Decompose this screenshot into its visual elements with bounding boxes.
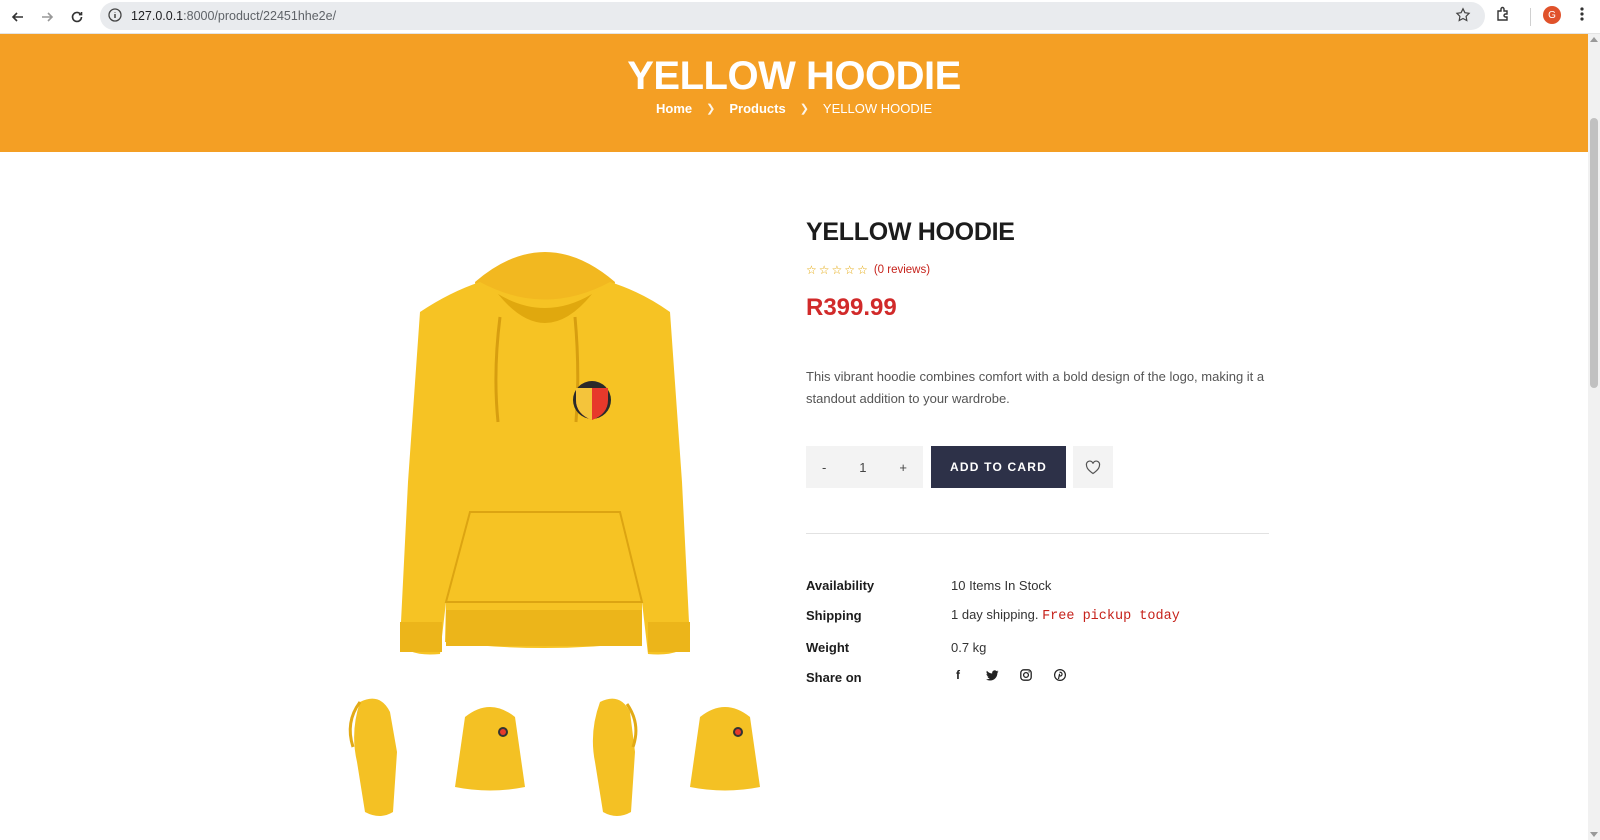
section-divider [806, 533, 1269, 534]
wishlist-button[interactable] [1073, 446, 1113, 488]
thumbnail-front-alt[interactable] [680, 692, 770, 827]
share-label: Share on [806, 670, 862, 685]
banner-title: YELLOW HOODIE [627, 54, 961, 98]
social-share-links: f [951, 668, 1067, 682]
product-title: YELLOW HOODIE [806, 218, 1015, 246]
page-scrollbar[interactable] [1588, 34, 1600, 840]
extensions-icon[interactable] [1494, 5, 1512, 28]
shipping-label: Shipping [806, 608, 862, 623]
product-description: This vibrant hoodie combines comfort wit… [806, 369, 1265, 406]
quantity-increase-button[interactable]: + [899, 460, 907, 475]
star-empty-icon: ☆ [844, 263, 856, 277]
shipping-text: 1 day shipping. [951, 607, 1039, 622]
browser-toolbar: 127.0.0.1:8000/product/22451hhe2e/ G [0, 0, 1600, 34]
scroll-down-arrow-icon[interactable] [1590, 832, 1598, 837]
forward-arrow-icon [42, 12, 54, 22]
pinterest-icon[interactable] [1053, 668, 1067, 682]
reviews-link[interactable]: (0 reviews) [874, 264, 930, 276]
reload-icon [71, 11, 83, 23]
shipping-value: 1 day shipping. Free pickup today [951, 607, 1180, 624]
availability-label: Availability [806, 578, 875, 593]
url-host: 127.0.0.1 [131, 9, 184, 23]
breadcrumb-current: YELLOW HOODIE [822, 101, 932, 116]
thumbnail-side-left[interactable] [335, 692, 425, 827]
star-empty-icon: ☆ [818, 263, 830, 277]
facebook-icon[interactable]: f [951, 668, 965, 682]
star-empty-icon: ☆ [857, 263, 868, 277]
quantity-stepper: - 1 + [806, 446, 923, 488]
profile-avatar[interactable]: G [1543, 6, 1561, 24]
instagram-icon[interactable] [1019, 668, 1033, 682]
product-main-image[interactable] [380, 222, 710, 677]
weight-label: Weight [806, 640, 850, 655]
address-bar[interactable]: 127.0.0.1:8000/product/22451hhe2e/ [100, 2, 1485, 30]
chevron-right-icon: ❯ [799, 103, 809, 115]
scroll-up-arrow-icon[interactable] [1590, 37, 1598, 42]
url-text[interactable]: 127.0.0.1:8000/product/22451hhe2e/ [131, 9, 336, 23]
free-pickup-text: Free pickup today [1042, 609, 1180, 624]
toolbar-divider [1530, 8, 1531, 26]
star-empty-icon: ☆ [831, 263, 843, 277]
thumbnail-side-right[interactable] [565, 692, 655, 827]
twitter-icon[interactable] [985, 668, 999, 682]
back-arrow-icon [11, 12, 23, 22]
browser-menu-icon[interactable] [1574, 5, 1590, 28]
breadcrumb: Home ❯ Products ❯ YELLOW HOODIE [0, 101, 1588, 116]
product-thumbnails [335, 692, 775, 832]
weight-value: 0.7 kg [951, 640, 987, 655]
add-to-cart-button[interactable]: ADD TO CARD [931, 446, 1066, 488]
product-rating: ☆ ☆ ☆ ☆ ☆ (0 reviews) [806, 264, 930, 276]
thumbnail-front[interactable] [445, 692, 535, 827]
quantity-input[interactable]: 1 [859, 460, 866, 475]
forward-button[interactable] [35, 5, 59, 29]
quantity-decrease-button[interactable]: - [822, 460, 826, 475]
breadcrumb-products[interactable]: Products [729, 101, 785, 116]
availability-value: 10 Items In Stock [951, 578, 1052, 593]
back-button[interactable] [6, 5, 30, 29]
chevron-right-icon: ❯ [706, 103, 716, 115]
scroll-thumb[interactable] [1590, 118, 1598, 388]
heart-icon [1085, 459, 1101, 474]
bookmark-star-icon[interactable] [1455, 7, 1471, 28]
site-info-icon[interactable] [107, 7, 123, 28]
page-banner: YELLOW HOODIE Home ❯ Products ❯ YELLOW H… [0, 34, 1588, 152]
reload-button[interactable] [65, 5, 89, 29]
url-path: :8000/product/22451hhe2e/ [183, 9, 337, 23]
product-price: R399.99 [806, 294, 897, 321]
star-empty-icon: ☆ [806, 263, 817, 277]
breadcrumb-home[interactable]: Home [656, 101, 692, 116]
